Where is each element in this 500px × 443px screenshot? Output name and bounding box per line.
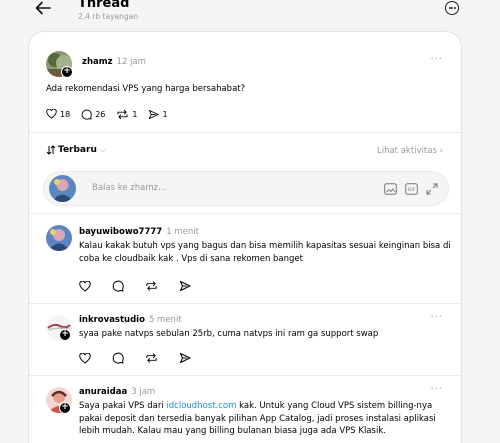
follow-plus-icon[interactable]: + (61, 66, 73, 78)
chevron-down-icon: ⌵ (99, 145, 106, 154)
comment-author[interactable]: anuraidaa 3 jam (79, 387, 155, 397)
top-bar: Thread 2,4 rb tayangan (0, 0, 500, 30)
image-icon[interactable] (384, 183, 397, 195)
post-time: 12 jam (116, 57, 146, 67)
repost-icon (117, 109, 128, 119)
page-title: Thread (78, 0, 130, 11)
comment-author[interactable]: inkrovastudio 5 menit (79, 315, 182, 325)
post-stats: 18 26 1 1 (46, 106, 179, 122)
comment-time: 3 jam (131, 387, 156, 397)
divider (29, 303, 461, 304)
divider (29, 375, 461, 376)
repost-icon[interactable] (145, 280, 158, 292)
view-count: 2,4 rb tayangan (78, 12, 138, 21)
thread-card: + zhamz 12 jam ··· Ada rekomendasi VPS ya… (28, 31, 462, 443)
avatar (49, 175, 76, 202)
comment-button[interactable]: 26 (81, 109, 105, 120)
comment-text: Kalau kakak butuh vps yang bagus dan bis… (79, 241, 451, 264)
comment-more-icon[interactable]: ··· (430, 384, 443, 395)
comment-text: syaa pake natvps sebulan 25rb, cuma natv… (79, 329, 379, 339)
post-text: Ada rekomendasi VPS yang harga bersahaba… (46, 84, 246, 94)
heart-icon[interactable] (79, 352, 91, 364)
reply-input[interactable]: Balas ke zhamz... GIF (43, 171, 449, 206)
comment-count: 26 (95, 109, 106, 119)
heart-icon (46, 109, 57, 119)
comment-actions (79, 352, 212, 364)
send-icon[interactable] (179, 352, 191, 364)
avatar[interactable] (46, 225, 72, 251)
follow-plus-icon[interactable]: + (59, 402, 71, 414)
comment-icon[interactable] (112, 280, 124, 292)
comment-text: Saya pakai VPS dari idcloudhost.com kak.… (79, 401, 436, 436)
comment-author[interactable]: bayuwibowo7777 1 menit (79, 227, 199, 237)
comment-more-icon[interactable]: ··· (430, 312, 443, 323)
repost-button[interactable]: 1 (116, 109, 137, 120)
comment-link[interactable]: idcloudhost.com (166, 401, 236, 411)
comment-time: 1 menit (166, 227, 199, 237)
comment-icon (81, 109, 92, 120)
repost-icon[interactable] (145, 352, 158, 364)
more-options-icon[interactable] (445, 1, 459, 15)
comment-actions (79, 280, 212, 292)
post-author[interactable]: zhamz 12 jam (82, 57, 146, 67)
sort-dropdown[interactable]: Terbaru ⌵ (46, 145, 106, 155)
svg-text:GIF: GIF (408, 187, 416, 193)
divider (29, 132, 461, 133)
like-count: 18 (60, 109, 71, 119)
comment-time: 5 menit (148, 315, 182, 325)
divider (29, 213, 461, 214)
expand-icon[interactable] (426, 183, 438, 195)
gif-icon[interactable]: GIF (405, 183, 418, 195)
comment-icon[interactable] (112, 352, 124, 364)
send-icon[interactable] (179, 280, 191, 292)
repost-count: 1 (132, 109, 138, 119)
back-arrow-icon[interactable] (34, 0, 52, 16)
reply-placeholder: Balas ke zhamz... (92, 183, 167, 193)
send-icon (149, 109, 160, 119)
follow-plus-icon[interactable]: + (59, 329, 71, 341)
share-button[interactable]: 1 (148, 109, 168, 120)
like-button[interactable]: 18 (46, 109, 70, 119)
heart-icon[interactable] (79, 280, 91, 292)
sort-label: Terbaru (58, 145, 97, 155)
view-activity-link[interactable]: Lihat aktivitas › (377, 146, 443, 156)
post-more-icon[interactable]: ··· (430, 54, 443, 65)
sort-icon (46, 145, 56, 155)
share-count: 1 (162, 109, 168, 119)
